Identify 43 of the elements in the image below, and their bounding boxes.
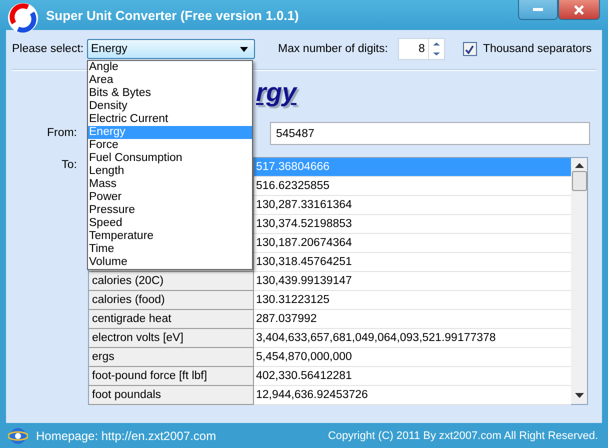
thousand-separators-checkbox[interactable] — [462, 42, 477, 56]
window-title: Super Unit Converter (Free version 1.0.1) — [46, 8, 299, 23]
scroll-thumb[interactable] — [572, 171, 586, 191]
category-option[interactable]: Pressure — [88, 204, 252, 217]
category-dropdown[interactable]: Energy — [87, 39, 255, 59]
minimize-icon — [533, 8, 543, 11]
close-icon — [574, 4, 584, 14]
caret-icon — [240, 46, 248, 52]
copyright-text: Copyright (C) 2011 By zxt2007.com All Right Reserved. — [328, 430, 598, 442]
digits-spinbox[interactable]: 8 — [398, 38, 445, 60]
unit-cell: calories (20C) — [89, 272, 254, 291]
unit-cell: ergs — [89, 348, 254, 367]
unit-cell: calories (food) — [89, 291, 254, 310]
category-option[interactable]: Density — [88, 100, 252, 113]
category-option[interactable]: Fuel Consumption — [88, 152, 252, 165]
scroll-down-icon[interactable] — [574, 393, 584, 399]
to-label: To: — [60, 158, 77, 173]
scrollbar[interactable] — [571, 158, 587, 404]
category-option[interactable]: Power — [88, 191, 252, 204]
category-option[interactable]: Bits & Bytes — [88, 87, 252, 100]
category-option[interactable]: Volume — [88, 256, 252, 269]
category-option[interactable]: Mass — [88, 178, 252, 191]
close-button[interactable] — [558, 0, 600, 20]
unit-cell: foot poundals — [89, 386, 254, 405]
select-label: Please select: — [12, 43, 85, 55]
digits-label: Max number of digits: — [278, 43, 388, 55]
minimize-button[interactable] — [518, 0, 558, 20]
category-heading: rgy — [256, 76, 298, 108]
scroll-up-icon[interactable] — [574, 163, 584, 169]
unit-cell: foot-pound force [ft lbf] — [89, 367, 254, 386]
category-option[interactable]: Length — [88, 165, 252, 178]
category-option[interactable]: Speed — [88, 217, 252, 230]
from-input[interactable]: 545487 — [270, 122, 590, 145]
category-option[interactable]: Area — [88, 74, 252, 87]
unit-cell: electron volts [eV] — [89, 329, 254, 348]
category-option[interactable]: Time — [88, 243, 252, 256]
category-option[interactable]: Electric Current — [88, 113, 252, 126]
thousand-separators-label: Thousand separators — [482, 43, 592, 55]
category-option[interactable]: Angle — [88, 61, 252, 74]
from-label: From: — [46, 126, 77, 141]
category-option[interactable]: Force — [88, 139, 252, 152]
category-option[interactable]: Temperature — [88, 230, 252, 243]
unit-cell: centigrade heat — [89, 310, 254, 329]
